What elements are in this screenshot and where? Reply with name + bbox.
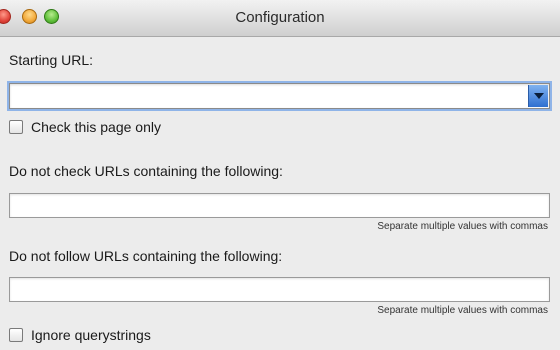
check-page-only-label[interactable]: Check this page only bbox=[31, 119, 161, 135]
exclude-follow-input[interactable] bbox=[13, 280, 547, 301]
configuration-window: Configuration Starting URL: Check this p… bbox=[0, 0, 560, 350]
exclude-check-input[interactable] bbox=[13, 196, 547, 217]
starting-url-input[interactable] bbox=[12, 86, 526, 108]
exclude-check-hint: Separate multiple values with commas bbox=[377, 221, 548, 232]
starting-url-combobox[interactable] bbox=[9, 83, 550, 109]
exclude-follow-field[interactable] bbox=[9, 277, 550, 302]
ignore-querystrings-label[interactable]: Ignore querystrings bbox=[31, 327, 151, 343]
window-title: Configuration bbox=[235, 9, 325, 26]
ignore-querystrings-checkbox[interactable] bbox=[9, 328, 23, 342]
exclude-follow-hint: Separate multiple values with commas bbox=[377, 305, 548, 316]
exclude-check-field[interactable] bbox=[9, 193, 550, 218]
starting-url-label: Starting URL: bbox=[9, 52, 94, 68]
chevron-down-icon bbox=[534, 93, 544, 99]
exclude-follow-label: Do not follow URLs containing the follow… bbox=[9, 248, 283, 264]
exclude-check-label: Do not check URLs containing the followi… bbox=[9, 163, 283, 179]
title-bar[interactable]: Configuration bbox=[0, 0, 560, 37]
check-page-only-checkbox[interactable] bbox=[9, 120, 23, 134]
starting-url-dropdown-button[interactable] bbox=[528, 85, 548, 107]
